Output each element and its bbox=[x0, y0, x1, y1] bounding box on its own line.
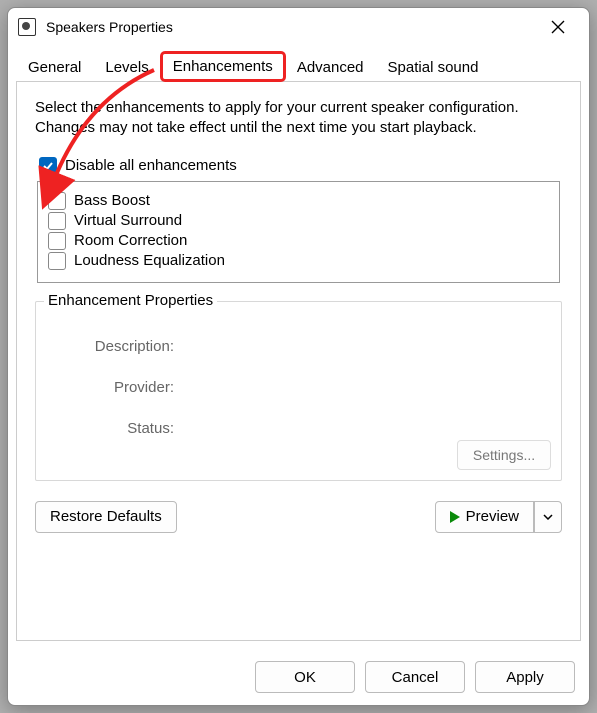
tab-spatial-sound[interactable]: Spatial sound bbox=[376, 53, 491, 81]
bass-boost-checkbox[interactable] bbox=[48, 192, 66, 210]
list-item[interactable]: Virtual Surround bbox=[48, 212, 549, 230]
room-correction-label: Room Correction bbox=[74, 232, 187, 249]
tab-advanced[interactable]: Advanced bbox=[285, 53, 376, 81]
status-label: Status: bbox=[50, 420, 180, 437]
apply-button[interactable]: Apply bbox=[475, 661, 575, 693]
panel-description: Select the enhancements to apply for you… bbox=[35, 98, 562, 139]
disable-all-checkbox[interactable] bbox=[39, 157, 57, 175]
play-icon bbox=[450, 511, 460, 523]
tab-levels[interactable]: Levels bbox=[93, 53, 160, 81]
preview-split-button: Preview bbox=[435, 501, 562, 533]
settings-button[interactable]: Settings... bbox=[457, 440, 551, 470]
preview-label: Preview bbox=[466, 508, 519, 525]
provider-label: Provider: bbox=[50, 379, 180, 396]
titlebar: Speakers Properties bbox=[8, 8, 589, 46]
list-item[interactable]: Bass Boost bbox=[48, 192, 549, 210]
ok-button[interactable]: OK bbox=[255, 661, 355, 693]
list-item[interactable]: Room Correction bbox=[48, 232, 549, 250]
tab-enhancements[interactable]: Enhancements bbox=[161, 52, 285, 81]
virtual-surround-label: Virtual Surround bbox=[74, 212, 182, 229]
speakers-properties-dialog: Speakers Properties General Levels Enhan… bbox=[7, 7, 590, 706]
list-item[interactable]: Loudness Equalization bbox=[48, 252, 549, 270]
preview-dropdown-toggle[interactable] bbox=[534, 501, 562, 533]
virtual-surround-checkbox[interactable] bbox=[48, 212, 66, 230]
close-icon bbox=[551, 20, 565, 34]
enhancements-panel: Select the enhancements to apply for you… bbox=[16, 81, 581, 641]
cancel-button[interactable]: Cancel bbox=[365, 661, 465, 693]
dialog-button-row: OK Cancel Apply bbox=[8, 649, 589, 705]
tab-general[interactable]: General bbox=[16, 53, 93, 81]
close-button[interactable] bbox=[535, 12, 581, 42]
speaker-icon bbox=[18, 18, 36, 36]
disable-all-label: Disable all enhancements bbox=[65, 157, 237, 174]
description-label: Description: bbox=[50, 338, 180, 355]
enhancement-properties-group: Enhancement Properties Description: Prov… bbox=[35, 301, 562, 481]
chevron-down-icon bbox=[543, 514, 553, 520]
restore-defaults-button[interactable]: Restore Defaults bbox=[35, 501, 177, 533]
panel-button-row: Restore Defaults Preview bbox=[35, 501, 562, 533]
tab-strip: General Levels Enhancements Advanced Spa… bbox=[8, 46, 589, 82]
window-title: Speakers Properties bbox=[46, 19, 173, 35]
loudness-eq-checkbox[interactable] bbox=[48, 252, 66, 270]
properties-title: Enhancement Properties bbox=[44, 292, 217, 309]
preview-button[interactable]: Preview bbox=[435, 501, 534, 533]
bass-boost-label: Bass Boost bbox=[74, 192, 150, 209]
room-correction-checkbox[interactable] bbox=[48, 232, 66, 250]
checkmark-icon bbox=[42, 160, 54, 172]
loudness-eq-label: Loudness Equalization bbox=[74, 252, 225, 269]
enhancements-list: Bass Boost Virtual Surround Room Correct… bbox=[37, 181, 560, 283]
disable-all-row[interactable]: Disable all enhancements bbox=[39, 157, 562, 175]
